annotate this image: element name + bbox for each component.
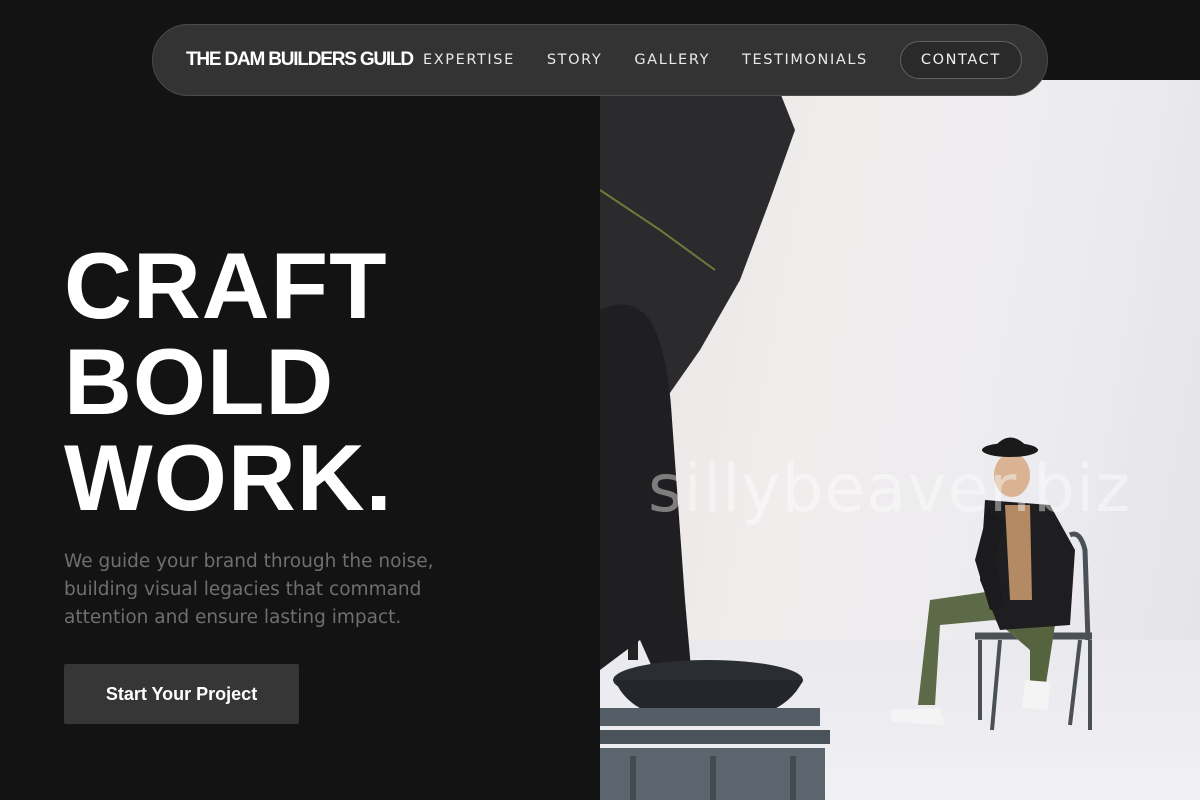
nav-links: EXPERTISE STORY GALLERY TESTIMONIALS [423, 52, 868, 68]
hero-photo: sillybeaver.biz [600, 80, 1200, 800]
headline-line-3: WORK. [64, 425, 393, 530]
hero-headline: CRAFT BOLD WORK. [64, 238, 393, 526]
studio-photo-illustration [600, 80, 1200, 800]
nav-link-testimonials[interactable]: TESTIMONIALS [742, 52, 868, 68]
top-navigation: THE DAM BUILDERS GUILD EXPERTISE STORY G… [152, 24, 1048, 96]
headline-line-2: BOLD [64, 329, 335, 434]
nav-link-story[interactable]: STORY [547, 52, 602, 68]
nav-link-expertise[interactable]: EXPERTISE [423, 52, 515, 68]
headline-line-1: CRAFT [64, 233, 388, 338]
start-project-button[interactable]: Start Your Project [64, 664, 299, 724]
nav-link-gallery[interactable]: GALLERY [634, 52, 710, 68]
image-watermark: sillybeaver.biz [648, 450, 1131, 527]
brand-logo[interactable]: THE DAM BUILDERS GUILD [186, 49, 414, 71]
contact-button[interactable]: CONTACT [899, 41, 1022, 79]
hero-subcopy: We guide your brand through the noise, b… [64, 551, 434, 628]
